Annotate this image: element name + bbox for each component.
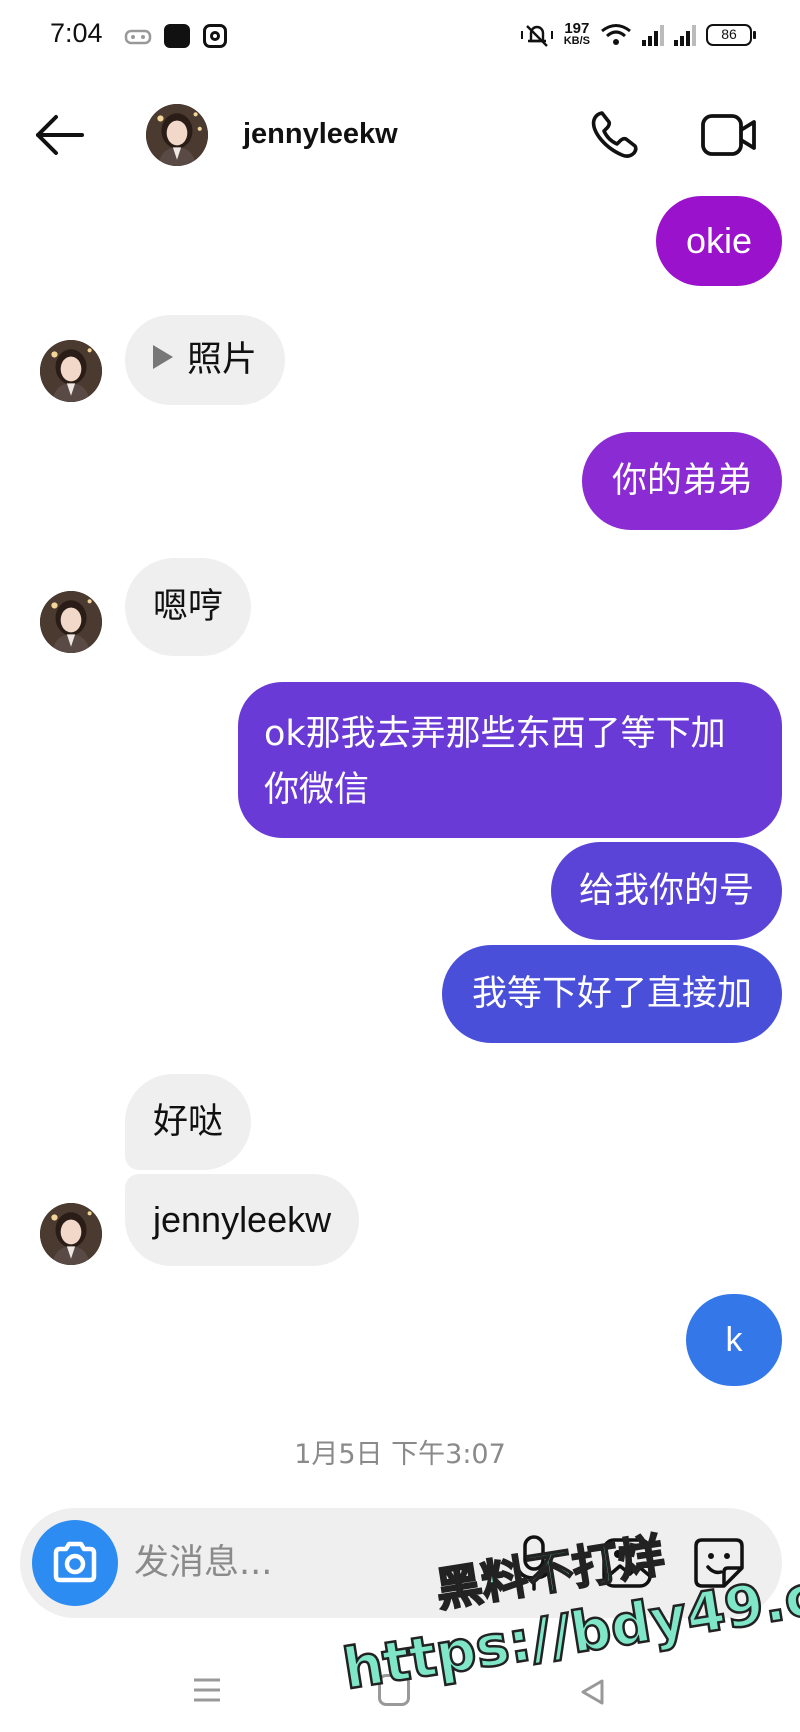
phone-icon[interactable] — [588, 108, 640, 160]
battery-icon: 86 — [706, 24, 756, 46]
message-incoming-photo[interactable]: 照片 — [125, 315, 286, 405]
game-controller-icon — [124, 29, 152, 45]
message-outgoing[interactable]: ok那我去弄那些东西了等下加你微信 — [238, 682, 782, 838]
status-right: 197 KB/S 86 — [520, 18, 756, 52]
chat-header: jennyleekw — [0, 90, 800, 180]
gallery-icon[interactable] — [600, 1536, 654, 1590]
message-outgoing[interactable]: okie — [655, 196, 782, 286]
status-time: 7:04 — [50, 18, 103, 48]
app-notification-icon — [164, 24, 190, 48]
sender-avatar[interactable] — [40, 591, 102, 653]
message-incoming[interactable]: jennyleekw — [125, 1174, 360, 1266]
sender-avatar[interactable] — [40, 1203, 102, 1265]
photo-label: 照片 — [187, 340, 258, 380]
camera-icon — [53, 1541, 97, 1583]
microphone-icon[interactable] — [512, 1534, 556, 1592]
nav-back-icon[interactable] — [578, 1678, 606, 1706]
video-camera-icon[interactable] — [700, 110, 758, 160]
status-bar: 7:04 197 KB/S 86 — [0, 0, 800, 70]
network-speed: 197 KB/S — [563, 20, 590, 47]
header-username[interactable]: jennyleekw — [243, 118, 398, 151]
speed-unit: KB/S — [563, 35, 590, 47]
speed-value: 197 — [564, 20, 590, 37]
message-outgoing[interactable]: 我等下好了直接加 — [441, 945, 782, 1043]
instagram-notification-icon — [203, 24, 227, 48]
wifi-icon — [601, 24, 631, 45]
sender-avatar[interactable] — [40, 340, 102, 402]
header-avatar[interactable] — [146, 104, 208, 166]
message-outgoing[interactable]: k — [686, 1294, 782, 1386]
signal-1-icon — [642, 24, 664, 46]
home-icon[interactable] — [378, 1674, 410, 1706]
signal-2-icon — [674, 24, 696, 46]
recent-apps-icon[interactable] — [192, 1676, 222, 1704]
system-nav-bar — [0, 1640, 800, 1732]
message-incoming[interactable]: 好哒 — [125, 1074, 252, 1170]
back-arrow-icon[interactable] — [32, 112, 86, 158]
message-timestamp: 1月5日 下午3:07 — [294, 1439, 506, 1470]
message-input[interactable] — [134, 1538, 464, 1588]
sticker-icon[interactable] — [692, 1536, 746, 1590]
message-composer — [20, 1508, 782, 1618]
chat-screen: 7:04 197 KB/S 86 jennyleekw okie 照片 你的弟弟… — [0, 0, 800, 1732]
message-outgoing[interactable]: 给我你的号 — [550, 842, 782, 940]
play-icon — [153, 345, 173, 369]
message-incoming[interactable]: 嗯哼 — [125, 558, 252, 656]
message-outgoing[interactable]: 你的弟弟 — [581, 432, 782, 530]
mute-bell-icon — [520, 25, 553, 47]
camera-button[interactable] — [32, 1520, 118, 1606]
